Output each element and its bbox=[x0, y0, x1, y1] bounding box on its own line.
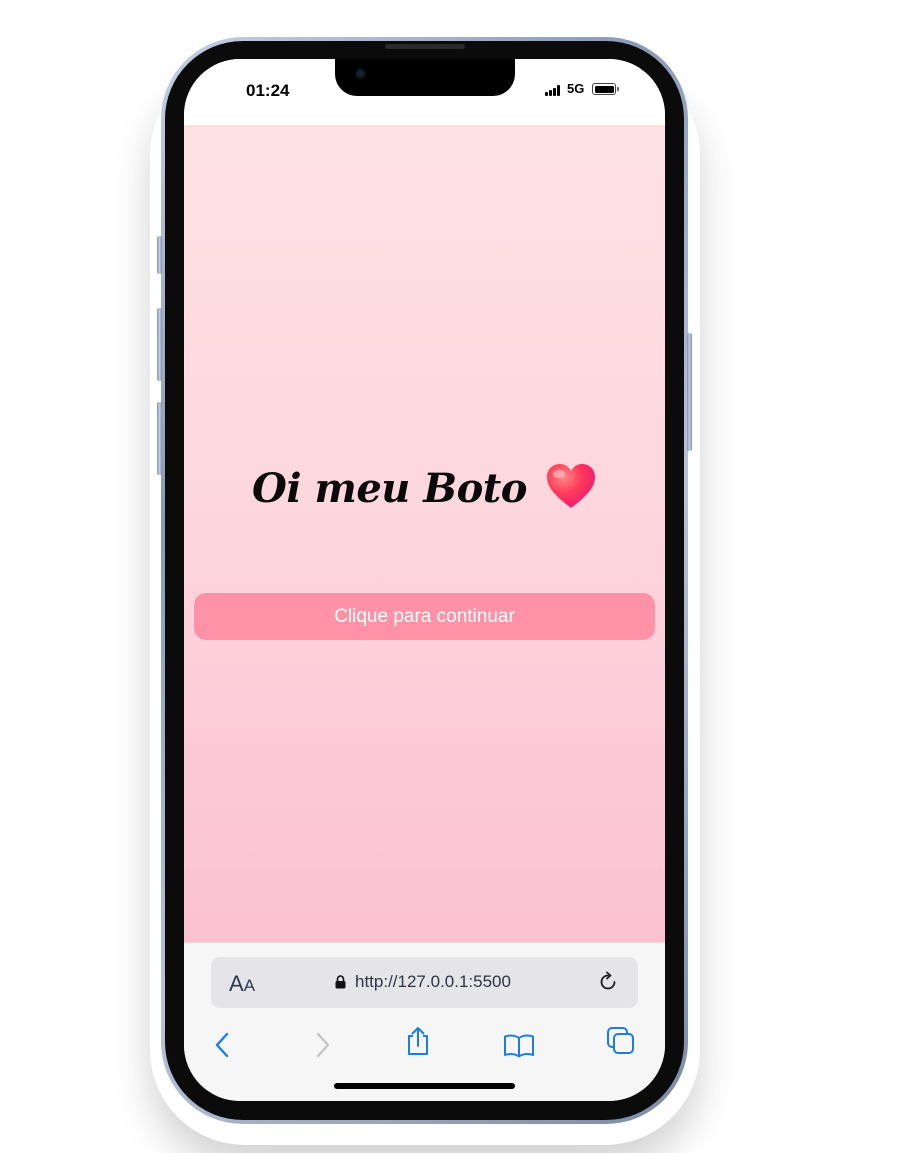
power-button bbox=[687, 333, 692, 451]
status-bar: 01:24 5G bbox=[184, 59, 665, 125]
front-camera bbox=[355, 68, 366, 79]
battery-icon bbox=[592, 83, 619, 95]
heart-icon bbox=[545, 462, 597, 510]
continue-button[interactable]: Clique para continuar bbox=[194, 593, 655, 640]
phone-screen: 01:24 5G Oi meu Boto Clique para continu… bbox=[184, 59, 665, 1101]
text-size-button[interactable]: AA bbox=[229, 971, 255, 997]
url-text: http://127.0.0.1:5500 bbox=[355, 972, 511, 991]
browser-toolbar: AA http://127.0.0.1:5500 bbox=[184, 942, 665, 1101]
bookmarks-icon[interactable] bbox=[503, 1029, 535, 1061]
text-size-label-small: A bbox=[243, 976, 256, 995]
signal-icon bbox=[545, 85, 563, 96]
reload-icon[interactable] bbox=[597, 971, 619, 993]
text-size-label: A bbox=[229, 971, 244, 996]
address-bar[interactable]: AA http://127.0.0.1:5500 bbox=[211, 957, 638, 1008]
greeting-text: Oi meu Boto bbox=[252, 465, 527, 512]
back-icon[interactable] bbox=[208, 1029, 240, 1061]
status-time: 01:24 bbox=[246, 81, 290, 100]
network-label: 5G bbox=[567, 81, 585, 96]
screenshot-stage: 01:24 5G Oi meu Boto Clique para continu… bbox=[0, 0, 903, 1153]
web-page: Oi meu Boto Clique para continuar bbox=[184, 125, 665, 942]
volume-up-button bbox=[157, 308, 162, 381]
volume-down-button bbox=[157, 402, 162, 475]
forward-icon[interactable] bbox=[305, 1029, 337, 1061]
lock-icon bbox=[335, 975, 346, 989]
top-speaker bbox=[385, 44, 465, 49]
home-indicator[interactable] bbox=[334, 1083, 515, 1089]
greeting-heading: Oi meu Boto bbox=[184, 462, 665, 516]
share-icon[interactable] bbox=[402, 1025, 434, 1057]
tabs-icon[interactable] bbox=[605, 1025, 637, 1057]
mute-switch bbox=[157, 236, 162, 274]
